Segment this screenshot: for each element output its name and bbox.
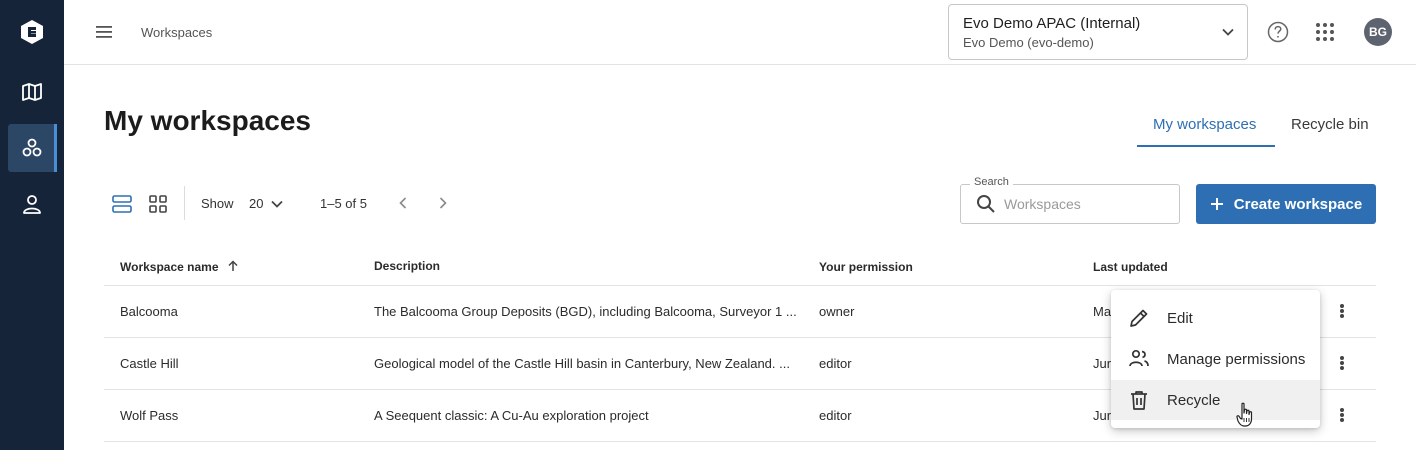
organization-select[interactable]: Evo Demo APAC (Internal) Evo Demo (evo-d… — [948, 4, 1248, 60]
more-options-icon[interactable] — [1336, 354, 1348, 372]
user-icon[interactable] — [8, 180, 56, 228]
top-bar: Workspaces Evo Demo APAC (Internal) Evo … — [64, 0, 1416, 65]
help-icon[interactable] — [1266, 20, 1290, 49]
row-permission: owner — [819, 304, 855, 319]
search-label: Search — [970, 176, 1013, 188]
row-updated: Jur — [1093, 408, 1112, 423]
menu-item-label: Manage permissions — [1167, 351, 1306, 368]
menu-item-recycle[interactable]: Recycle — [1111, 380, 1320, 420]
column-header-permission[interactable]: Your permission — [819, 260, 913, 274]
tab-recycle-bin[interactable]: Recycle bin — [1291, 116, 1369, 133]
chevron-down-icon[interactable] — [270, 197, 284, 211]
menu-item-manage-permissions[interactable]: Manage permissions — [1111, 339, 1320, 379]
toolbar-divider — [184, 186, 185, 220]
row-description: A Seequent classic: A Cu-Au exploration … — [374, 408, 649, 423]
search-icon — [977, 195, 995, 213]
column-header-name[interactable]: Workspace name — [120, 260, 239, 274]
row-name[interactable]: Wolf Pass — [120, 408, 178, 423]
pagination-range: 1–5 of 5 — [320, 196, 367, 211]
apps-grid-icon[interactable] — [1315, 22, 1335, 47]
create-workspace-label: Create workspace — [1233, 195, 1363, 213]
active-tab-indicator — [1137, 145, 1275, 147]
workspaces-icon[interactable] — [8, 124, 57, 172]
chevron-left-icon[interactable] — [396, 196, 410, 210]
pencil-icon — [1130, 309, 1148, 327]
hand-cursor-icon — [1236, 402, 1253, 427]
row-name[interactable]: Balcooma — [120, 304, 178, 319]
row-name[interactable]: Castle Hill — [120, 356, 179, 371]
trash-icon — [1131, 391, 1147, 410]
grid-view-icon[interactable] — [148, 194, 168, 219]
tab-my-workspaces[interactable]: My workspaces — [1153, 116, 1256, 133]
search-input[interactable] — [1004, 190, 1174, 218]
page-title: My workspaces — [104, 105, 311, 136]
row-description: Geological model of the Castle Hill basi… — [374, 356, 790, 371]
menu-item-label: Recycle — [1167, 392, 1221, 409]
row-description: The Balcooma Group Deposits (BGD), inclu… — [374, 304, 797, 319]
org-subtitle: Evo Demo (evo-demo) — [963, 35, 1094, 50]
arrow-up-icon — [228, 260, 238, 271]
row-permission: editor — [819, 356, 852, 371]
user-avatar[interactable]: BG — [1364, 18, 1392, 46]
more-options-icon[interactable] — [1336, 406, 1348, 424]
map-icon[interactable] — [8, 68, 56, 116]
menu-item-edit[interactable]: Edit — [1111, 298, 1320, 338]
org-title: Evo Demo APAC (Internal) — [963, 15, 1141, 32]
more-options-icon[interactable] — [1336, 302, 1348, 320]
row-updated: Ma — [1093, 304, 1112, 319]
people-icon — [1129, 349, 1149, 367]
chevron-down-icon — [1222, 28, 1234, 36]
show-label: Show — [201, 196, 234, 211]
column-header-last-updated[interactable]: Last updated — [1093, 260, 1168, 274]
chevron-right-icon[interactable] — [436, 196, 450, 210]
evo-logo-icon[interactable] — [8, 8, 56, 56]
row-updated: Jur — [1093, 356, 1112, 371]
plus-icon — [1210, 198, 1223, 210]
table-divider — [104, 285, 1376, 286]
breadcrumb[interactable]: Workspaces — [141, 25, 212, 40]
table-divider — [104, 441, 1376, 442]
nav-rail — [0, 0, 64, 450]
menu-item-label: Edit — [1167, 310, 1193, 327]
hamburger-menu-icon[interactable] — [94, 22, 116, 42]
list-view-icon[interactable] — [110, 192, 134, 221]
column-header-description[interactable]: Description — [374, 259, 440, 273]
create-workspace-button[interactable]: Create workspace — [1196, 184, 1376, 224]
row-permission: editor — [819, 408, 852, 423]
row-context-menu: Edit Manage permissions Recycle — [1111, 290, 1320, 428]
page-size-select[interactable]: 20 — [249, 196, 263, 211]
